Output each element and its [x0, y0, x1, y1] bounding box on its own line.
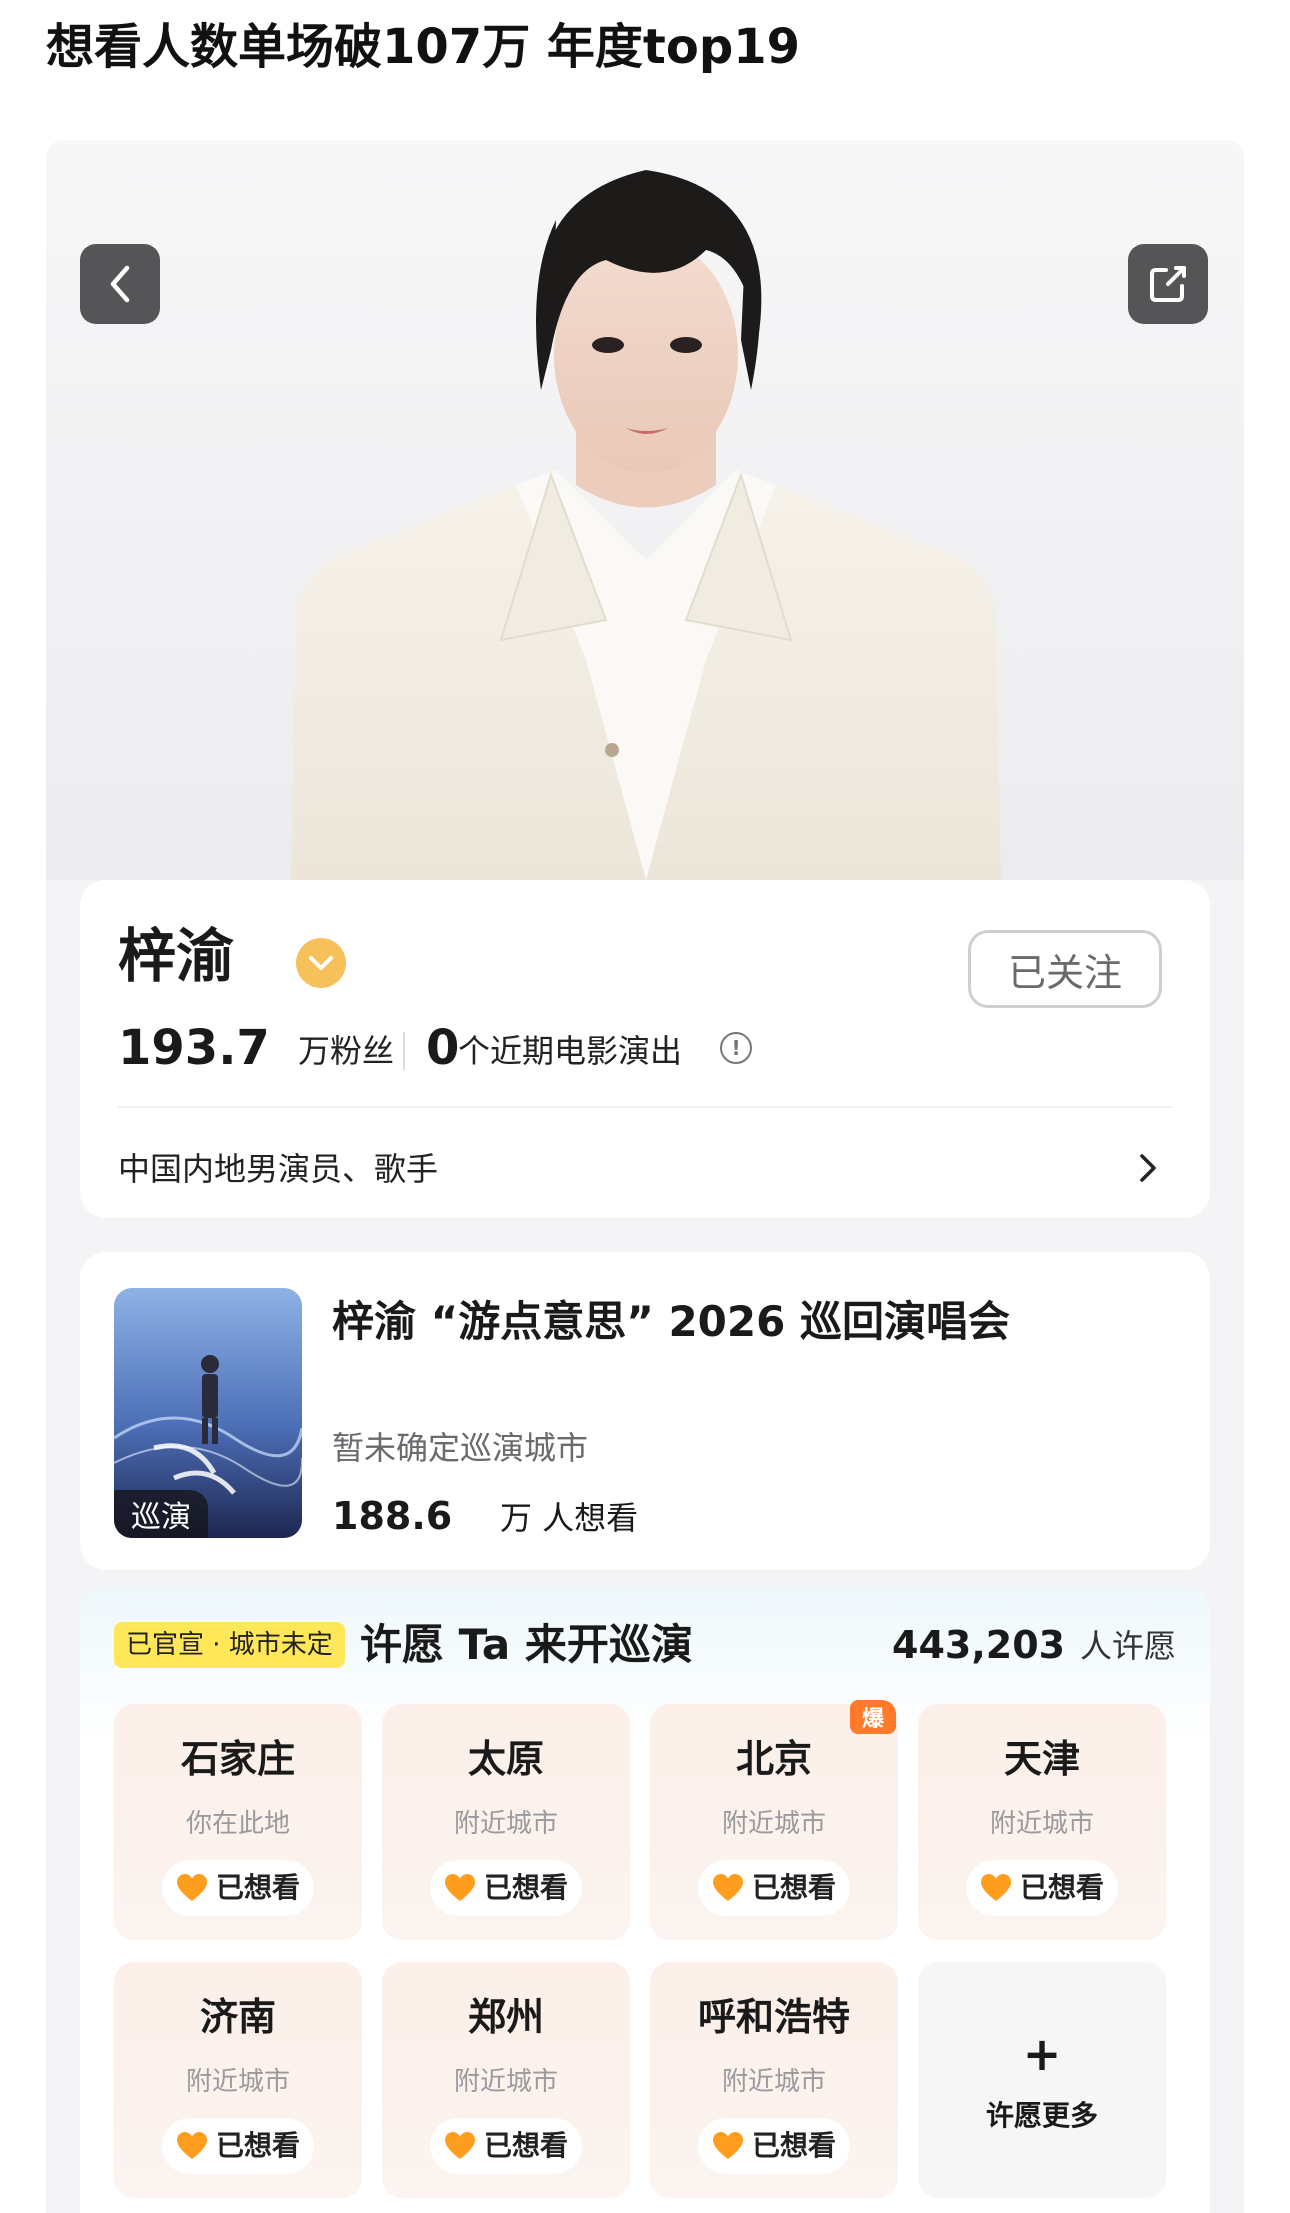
city-subtitle: 附近城市 — [989, 1809, 1094, 1839]
artist-hero — [46, 140, 1244, 880]
want-label: 已想看 — [1019, 1871, 1104, 1904]
city-name: 郑州 — [467, 1995, 544, 2039]
wish-section: 已官宣 · 城市未定 许愿 Ta 来开巡演 443,203 人许愿 石家庄 你在… — [80, 1586, 1210, 2213]
artist-portrait — [291, 170, 1001, 880]
heart-icon — [444, 1874, 475, 1901]
concert-card[interactable]: 巡演 梓渝 “游点意思” 2026 巡回演唱会 暂未确定巡演城市 188.6 万… — [80, 1252, 1210, 1570]
want-label: 已想看 — [483, 1871, 568, 1904]
want-button[interactable]: 已想看 — [162, 1860, 314, 1916]
want-label: 已想看 — [751, 1871, 836, 1904]
city-name: 太原 — [467, 1737, 544, 1781]
shows-label: 个近期电影演出 — [458, 1032, 683, 1070]
chevron-right-icon[interactable] — [1138, 1152, 1158, 1184]
want-button[interactable]: 已想看 — [430, 1860, 582, 1916]
heart-icon — [176, 2132, 207, 2159]
city-subtitle: 附近城市 — [721, 1809, 826, 1839]
want-label: 已想看 — [215, 1871, 300, 1904]
want-label: 已想看 — [483, 2129, 568, 2162]
want-label: 已想看 — [215, 2129, 300, 2162]
back-arrow-icon — [110, 265, 130, 303]
artist-profile-card: 梓渝 已关注 193.7 万粉丝 0 个近期电影演出 ! 中国内地男演员、歌手 — [80, 880, 1210, 1218]
artist-name: 梓渝 — [118, 922, 235, 990]
wish-status-badge: 已官宣 · 城市未定 — [114, 1622, 345, 1668]
city-name: 济南 — [199, 1995, 276, 2039]
wish-count: 443,203 — [892, 1623, 1066, 1667]
wish-more-button[interactable]: + 许愿更多 — [918, 1962, 1166, 2198]
want-button[interactable]: 已想看 — [966, 1860, 1118, 1916]
city-subtitle: 附近城市 — [185, 2067, 290, 2097]
verified-icon — [296, 938, 346, 988]
city-tile-hohhot[interactable]: 呼和浩特 附近城市 已想看 — [650, 1962, 898, 2198]
concert-want-count: 188.6 — [332, 1494, 453, 1538]
city-tile-shijiazhuang[interactable]: 石家庄 你在此地 已想看 — [114, 1704, 362, 1940]
city-name: 呼和浩特 — [697, 1995, 850, 2039]
info-icon[interactable]: ! — [720, 1032, 752, 1064]
heart-icon — [444, 2132, 475, 2159]
city-subtitle: 附近城市 — [453, 1809, 558, 1839]
heart-icon — [712, 2132, 743, 2159]
city-tile-taiyuan[interactable]: 太原 附近城市 已想看 — [382, 1704, 630, 1940]
city-tile-zhengzhou[interactable]: 郑州 附近城市 已想看 — [382, 1962, 630, 2198]
hot-tag: 爆 — [850, 1700, 896, 1734]
concert-status: 暂未确定巡演城市 — [332, 1429, 589, 1467]
stat-divider — [403, 1032, 405, 1070]
share-icon — [1150, 266, 1186, 302]
heart-icon — [176, 1874, 207, 1901]
concert-poster[interactable]: 巡演 — [114, 1288, 302, 1538]
fans-label: 万粉丝 — [298, 1032, 395, 1070]
city-name: 天津 — [1003, 1737, 1080, 1781]
city-tile-jinan[interactable]: 济南 附近城市 已想看 — [114, 1962, 362, 2198]
heart-icon — [712, 1874, 743, 1901]
city-tile-beijing[interactable]: 爆 北京 附近城市 已想看 — [650, 1700, 898, 1940]
city-subtitle: 附近城市 — [721, 2067, 826, 2097]
plus-icon: + — [1022, 2027, 1062, 2081]
city-name: 北京 — [735, 1737, 812, 1781]
wish-title: 许愿 Ta 来开巡演 — [360, 1620, 693, 1669]
back-button[interactable] — [80, 244, 160, 324]
want-button[interactable]: 已想看 — [162, 2118, 314, 2174]
want-button[interactable]: 已想看 — [430, 2118, 582, 2174]
city-subtitle: 附近城市 — [453, 2067, 558, 2097]
city-tile-tianjin[interactable]: 天津 附近城市 已想看 — [918, 1704, 1166, 1940]
concert-want-label: 万 人想看 — [500, 1499, 639, 1537]
shows-count: 0 — [426, 1020, 460, 1076]
want-label: 已想看 — [751, 2129, 836, 2162]
heart-icon — [980, 1874, 1011, 1901]
artist-bio[interactable]: 中国内地男演员、歌手 — [118, 1142, 438, 1196]
post-title: 想看人数单场破107万 年度top19 — [46, 19, 800, 75]
want-button[interactable]: 已想看 — [698, 1860, 850, 1916]
fans-count: 193.7 — [118, 1020, 270, 1076]
concert-title[interactable]: 梓渝 “游点意思” 2026 巡回演唱会 — [332, 1292, 1010, 1352]
city-name: 石家庄 — [180, 1737, 295, 1781]
city-subtitle: 你在此地 — [185, 1809, 290, 1839]
tour-tag: 巡演 — [114, 1490, 208, 1538]
wish-count-label: 人许愿 — [1080, 1627, 1177, 1665]
divider — [118, 1106, 1172, 1108]
app-screen: 梓渝 已关注 193.7 万粉丝 0 个近期电影演出 ! 中国内地男演员、歌手 — [46, 140, 1244, 2213]
share-button[interactable] — [1128, 244, 1208, 324]
wish-more-label: 许愿更多 — [985, 2099, 1098, 2132]
follow-button[interactable]: 已关注 — [968, 930, 1162, 1008]
want-button[interactable]: 已想看 — [698, 2118, 850, 2174]
